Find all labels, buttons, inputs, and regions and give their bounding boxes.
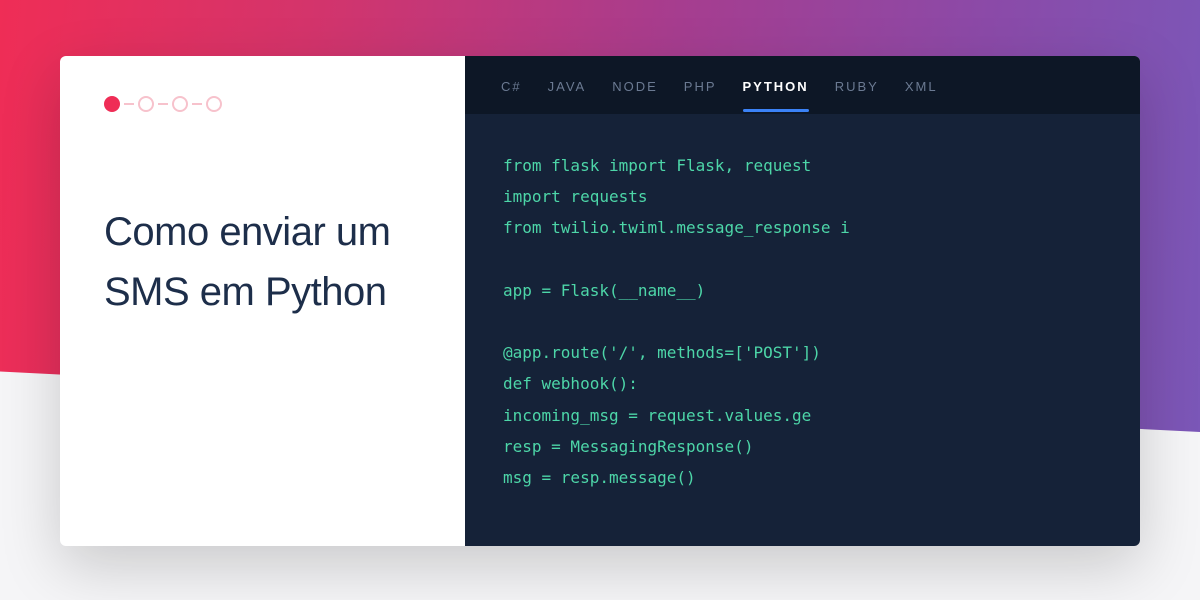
step-indicator [104, 96, 421, 112]
code-line: from twilio.twiml.message_response i [503, 218, 850, 237]
step-dot-active [104, 96, 120, 112]
code-line: incoming_msg = request.values.ge [503, 406, 811, 425]
step-dot [138, 96, 154, 112]
language-tabs: C# JAVA NODE PHP PYTHON RUBY XML [465, 56, 1140, 114]
code-line: resp = MessagingResponse() [503, 437, 753, 456]
code-line: import requests [503, 187, 648, 206]
code-line: def webhook(): [503, 374, 638, 393]
left-panel: Como enviar umSMS em Python [60, 56, 465, 546]
code-panel: C# JAVA NODE PHP PYTHON RUBY XML from fl… [465, 56, 1140, 546]
code-body: from flask import Flask, request import … [465, 114, 1140, 529]
tab-python[interactable]: PYTHON [743, 79, 809, 110]
content-card: Como enviar umSMS em Python C# JAVA NODE… [60, 56, 1140, 546]
tab-java[interactable]: JAVA [548, 79, 587, 110]
tab-csharp[interactable]: C# [501, 79, 522, 110]
tab-ruby[interactable]: RUBY [835, 79, 879, 110]
step-dot [206, 96, 222, 112]
step-connector [124, 103, 134, 105]
step-connector [158, 103, 168, 105]
code-line: msg = resp.message() [503, 468, 696, 487]
step-dot [172, 96, 188, 112]
code-line: @app.route('/', methods=['POST']) [503, 343, 821, 362]
page-title: Como enviar umSMS em Python [104, 202, 421, 322]
code-line: from flask import Flask, request [503, 156, 811, 175]
step-connector [192, 103, 202, 105]
tab-node[interactable]: NODE [612, 79, 658, 110]
code-line: app = Flask(__name__) [503, 281, 705, 300]
tab-xml[interactable]: XML [905, 79, 938, 110]
tab-php[interactable]: PHP [684, 79, 717, 110]
